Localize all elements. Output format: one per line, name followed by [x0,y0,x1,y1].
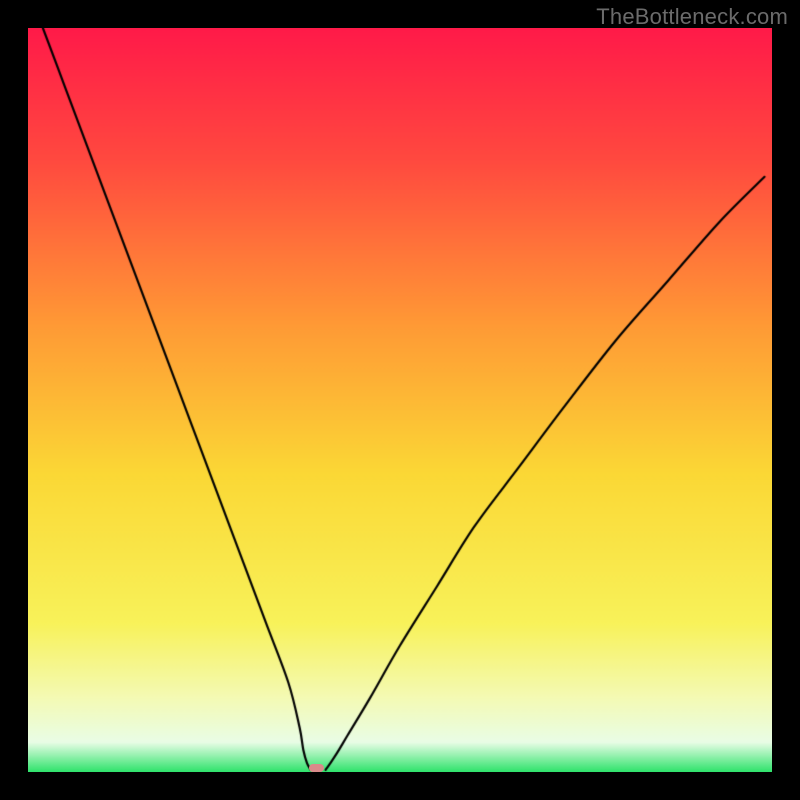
curve-canvas [28,28,772,772]
watermark-text: TheBottleneck.com [596,4,788,30]
chart-frame: TheBottleneck.com [0,0,800,800]
plot-area [28,28,772,772]
minimum-marker [309,764,324,772]
